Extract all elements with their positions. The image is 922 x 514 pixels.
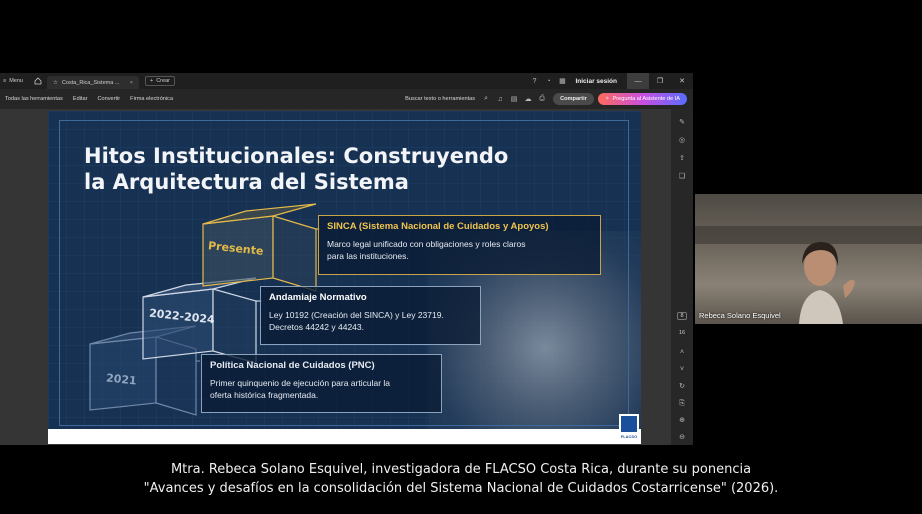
logo-mark — [621, 416, 637, 432]
new-tab-label: Crear — [156, 78, 170, 84]
card-desc-line: para las instituciones. — [327, 251, 409, 261]
home-icon[interactable] — [33, 76, 43, 86]
slide-bottom-strip — [48, 429, 641, 444]
browser-tab-bar: ≡ Menu ☆ Costa_Rica_Sistema ... × + Crea… — [0, 73, 693, 89]
toolbar-edit[interactable]: Editar — [68, 96, 93, 102]
current-page-field[interactable]: 8 — [677, 312, 687, 320]
star-icon[interactable]: ☆ — [53, 80, 58, 86]
sign-in-button[interactable]: Iniciar sesión — [569, 78, 627, 85]
title-bar-right: ? ◔ ▦ Iniciar sesión — ❐ ✕ — [527, 73, 693, 89]
card-title: SINCA (Sistema Nacional de Cuidados y Ap… — [327, 221, 549, 232]
zoom-in-icon[interactable]: ⊕ — [676, 415, 688, 427]
milestone-card-sinca: SINCA (Sistema Nacional de Cuidados y Ap… — [318, 215, 601, 275]
right-tool-rail: ✎ ◎ ⇪ ❏ 8 16 ˄ ˅ ↻ ⎘ ⊕ ⊖ — [671, 109, 693, 445]
share-button[interactable]: Compartir — [553, 93, 594, 105]
menu-label: Menu — [9, 78, 23, 84]
save-icon[interactable]: ⎘ — [676, 398, 688, 410]
speaker-silhouette — [799, 242, 855, 324]
comment-icon[interactable]: ✎ — [676, 117, 688, 129]
plus-icon: + — [149, 78, 154, 84]
document-tab[interactable]: ☆ Costa_Rica_Sistema ... × — [46, 76, 139, 89]
chevron-up-icon[interactable]: ˄ — [676, 347, 688, 359]
card-desc-line: Ley 10192 (Creación del SINCA) y Ley 237… — [269, 310, 444, 320]
close-tab-icon[interactable]: × — [130, 80, 133, 86]
copy-icon[interactable]: ❏ — [676, 171, 688, 183]
milestone-card-andamiaje: Andamiaje Normativo Ley 10192 (Creación … — [260, 286, 481, 345]
card-desc-line: Decretos 44242 y 44243. — [269, 322, 364, 332]
minimize-icon[interactable]: — — [627, 73, 649, 89]
card-title: Andamiaje Normativo — [269, 292, 367, 303]
sparkle-icon: ✧ — [604, 96, 610, 102]
presentation-slide: Hitos Institucionales: Construyendo la A… — [48, 111, 641, 444]
toolbar-e-signature[interactable]: Firma electrónica — [125, 96, 178, 102]
total-pages: 16 — [678, 330, 686, 336]
pdf-toolbar: Todas las herramientas Editar Convertir … — [0, 89, 693, 109]
caption-line-1: Mtra. Rebeca Solano Esquivel, investigad… — [170, 462, 752, 477]
card-desc-line: Primer quinquenio de ejecución para arti… — [210, 378, 391, 388]
toolbar-convert[interactable]: Convertir — [92, 96, 125, 102]
refresh-icon[interactable]: ↻ — [676, 381, 688, 393]
caption: Mtra. Rebeca Solano Esquivel, investigad… — [0, 460, 922, 498]
toolbar-all-tools[interactable]: Todas las herramientas — [0, 96, 68, 102]
ai-assistant-button[interactable]: ✧ Pregunta al Asistente de IA — [597, 93, 687, 105]
milestone-card-pnc: Política Nacional de Cuidados (PNC) Prim… — [201, 354, 442, 413]
zoom-out-icon[interactable]: ⊖ — [676, 432, 688, 444]
page-view-icon[interactable]: ▤ — [507, 92, 521, 106]
logo-text: FLACSO — [620, 434, 638, 439]
menu-button[interactable]: ≡ Menu — [0, 78, 29, 84]
card-desc-line: Marco legal unificado con obligaciones y… — [327, 239, 526, 249]
card-desc-line: oferta histórica fragmentada. — [210, 390, 319, 400]
print-icon[interactable]: ⎙ — [535, 92, 549, 106]
flacso-logo: FLACSO — [619, 414, 639, 442]
restore-icon[interactable]: ❐ — [649, 73, 671, 89]
search-icon[interactable]: ⌕ — [479, 92, 493, 106]
export-icon[interactable]: ⇪ — [676, 153, 688, 165]
tab-title: Costa_Rica_Sistema ... — [61, 79, 120, 86]
upload-cloud-icon[interactable]: ☁ — [521, 92, 535, 106]
headphones-icon[interactable]: ♫ — [493, 92, 507, 106]
close-window-icon[interactable]: ✕ — [671, 73, 693, 89]
speaker-name-label: Rebeca Solano Esquivel — [699, 311, 781, 320]
bell-icon[interactable]: ◔ — [541, 73, 555, 89]
new-tab-button[interactable]: + Crear — [144, 76, 175, 86]
card-title: Política Nacional de Cuidados (PNC) — [210, 360, 375, 371]
search-label: Buscar texto o herramientas — [405, 96, 476, 102]
speaker-webcam: Rebeca Solano Esquivel — [695, 194, 922, 324]
search-box[interactable]: Buscar texto o herramientas ⌕ — [405, 92, 493, 106]
apps-grid-icon[interactable]: ▦ — [555, 73, 569, 89]
ai-assistant-label: Pregunta al Asistente de IA — [612, 96, 680, 102]
chevron-down-icon[interactable]: ˅ — [676, 364, 688, 376]
bookmark-icon[interactable]: ◎ — [676, 135, 688, 147]
hamburger-icon: ≡ — [3, 78, 7, 84]
caption-line-2: "Avances y desafíos en la consolidación … — [143, 481, 779, 496]
help-icon[interactable]: ? — [527, 73, 541, 89]
